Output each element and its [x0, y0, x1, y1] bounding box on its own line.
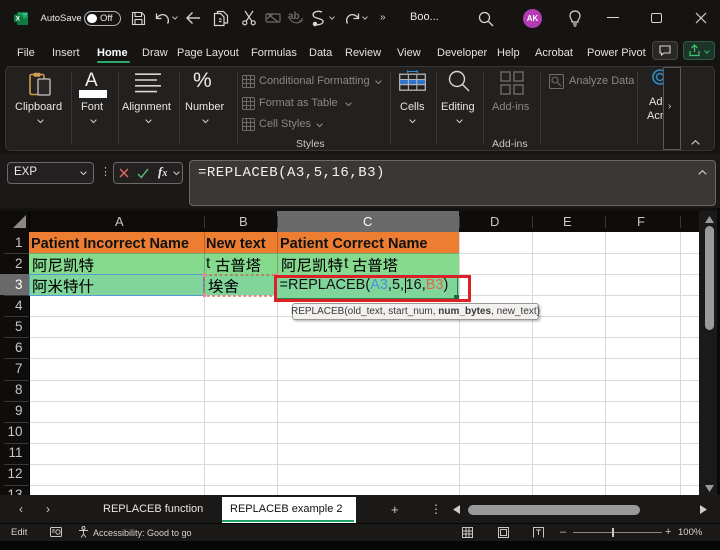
svg-text:X: X	[16, 16, 21, 23]
